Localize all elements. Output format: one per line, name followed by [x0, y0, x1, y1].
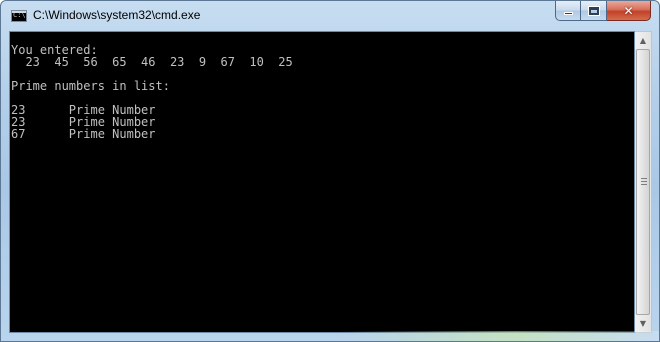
console-line-entered-values: 23 45 56 65 46 23 9 67 10 25 — [11, 55, 293, 69]
minimize-button[interactable] — [555, 1, 581, 21]
console-output-area[interactable]: You entered: 23 45 56 65 46 23 9 67 10 2… — [9, 31, 635, 333]
close-button[interactable]: ✕ — [607, 1, 651, 21]
cmd-app-icon[interactable]: C:\. — [11, 10, 27, 22]
grip-icon — [641, 178, 647, 187]
maximize-button[interactable] — [581, 1, 607, 21]
vertical-scrollbar[interactable]: ▲ ▼ — [635, 31, 652, 333]
cmd-window: C:\. C:\Windows\system32\cmd.exe ✕ You e… — [0, 0, 660, 342]
console-line-prime-result: 67 Prime Number — [11, 127, 156, 141]
minimize-icon — [563, 12, 573, 15]
console-line-primes-label: Prime numbers in list: — [11, 79, 170, 93]
scroll-up-arrow-icon[interactable]: ▲ — [635, 32, 651, 49]
scroll-thumb[interactable] — [636, 49, 650, 315]
title-bar[interactable]: C:\. C:\Windows\system32\cmd.exe ✕ — [1, 1, 659, 31]
console-text: You entered: 23 45 56 65 46 23 9 67 10 2… — [11, 44, 293, 140]
caption-buttons: ✕ — [555, 1, 651, 21]
scroll-down-arrow-icon[interactable]: ▼ — [635, 315, 651, 332]
close-icon: ✕ — [623, 3, 634, 18]
maximize-icon — [588, 6, 599, 15]
window-title: C:\Windows\system32\cmd.exe — [33, 8, 201, 22]
